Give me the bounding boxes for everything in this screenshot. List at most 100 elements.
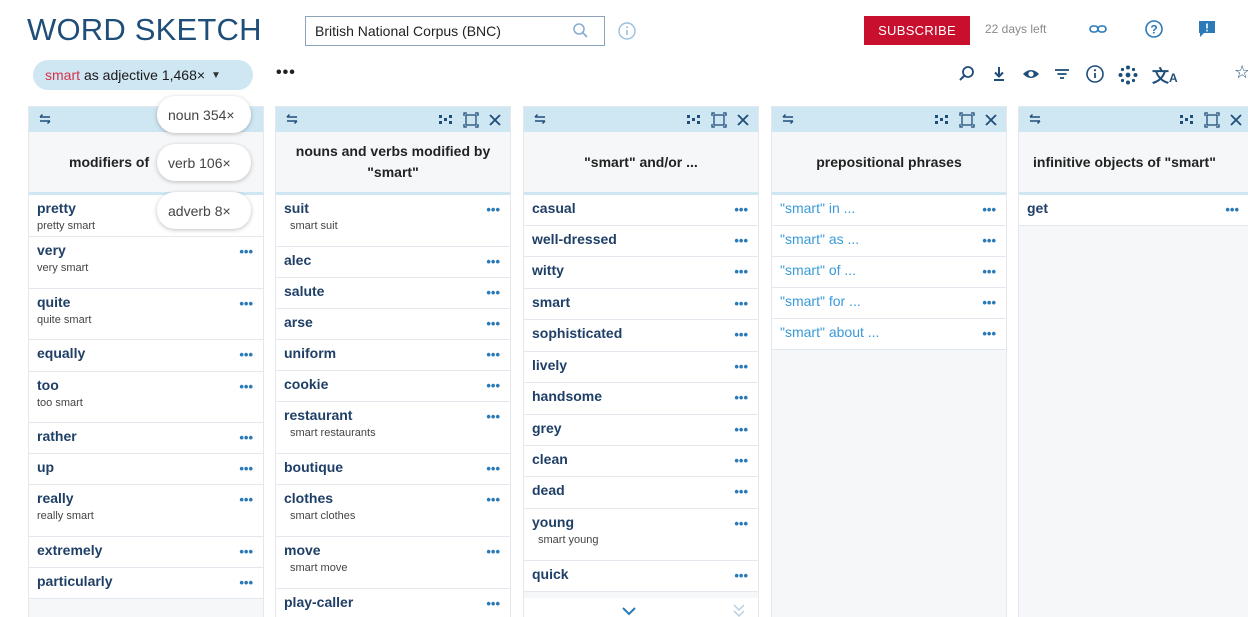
- expand-icon[interactable]: [463, 112, 479, 133]
- more-icon[interactable]: •••: [734, 516, 748, 531]
- grid-view-icon[interactable]: [686, 113, 702, 132]
- collocate-word[interactable]: handsome: [532, 388, 750, 404]
- expand-icon[interactable]: [1204, 112, 1220, 133]
- more-icon[interactable]: •••: [734, 202, 748, 217]
- eye-icon[interactable]: [1021, 64, 1041, 89]
- grid-view-icon[interactable]: [934, 113, 950, 132]
- collocate-word[interactable]: witty: [532, 262, 750, 278]
- list-item[interactable]: particularly •••: [29, 568, 263, 599]
- swap-icon[interactable]: [1027, 112, 1043, 131]
- list-item[interactable]: equally •••: [29, 340, 263, 372]
- close-icon[interactable]: [736, 113, 750, 132]
- expand-icon[interactable]: [711, 112, 727, 133]
- list-item[interactable]: really really smart •••: [29, 485, 263, 537]
- swap-icon[interactable]: [780, 112, 796, 131]
- prep-phrase-link[interactable]: "smart" of ...: [780, 262, 998, 278]
- list-item[interactable]: boutique •••: [276, 454, 510, 485]
- more-icon[interactable]: •••: [486, 316, 500, 331]
- swap-icon[interactable]: [284, 112, 300, 131]
- collocate-word[interactable]: young: [532, 514, 750, 530]
- list-item[interactable]: quick •••: [524, 561, 758, 592]
- prep-phrase-link[interactable]: "smart" about ...: [780, 324, 998, 340]
- help-icon[interactable]: ?: [1144, 19, 1164, 44]
- zoom-icon[interactable]: [957, 64, 977, 89]
- more-icon[interactable]: •••: [486, 596, 500, 611]
- list-item[interactable]: "smart" for ... •••: [772, 288, 1006, 319]
- list-item[interactable]: salute •••: [276, 278, 510, 309]
- collocate-word[interactable]: suit: [284, 200, 502, 216]
- collocate-word[interactable]: play-caller: [284, 594, 502, 610]
- collocate-word[interactable]: uniform: [284, 345, 502, 361]
- chevron-down-icon[interactable]: [620, 604, 638, 617]
- search-icon[interactable]: [572, 22, 590, 43]
- info-icon[interactable]: [617, 21, 637, 46]
- collocate-word[interactable]: sophisticated: [532, 325, 750, 341]
- more-icon[interactable]: •••: [486, 378, 500, 393]
- double-chevron-down-icon[interactable]: [732, 603, 746, 617]
- more-icon[interactable]: •••: [239, 544, 253, 559]
- more-icon[interactable]: •••: [239, 492, 253, 507]
- list-item[interactable]: uniform •••: [276, 340, 510, 371]
- list-item[interactable]: "smart" of ... •••: [772, 257, 1006, 288]
- collocate-word[interactable]: move: [284, 542, 502, 558]
- more-icon[interactable]: •••: [734, 359, 748, 374]
- more-icon[interactable]: •••: [734, 422, 748, 437]
- list-item[interactable]: "smart" in ... •••: [772, 195, 1006, 226]
- swap-icon[interactable]: [37, 112, 53, 131]
- collocate-word[interactable]: alec: [284, 252, 502, 268]
- collocate-word[interactable]: boutique: [284, 459, 502, 475]
- more-icon[interactable]: •••: [239, 430, 253, 445]
- list-item[interactable]: restaurant smart restaurants •••: [276, 402, 510, 454]
- list-item[interactable]: young smart young •••: [524, 509, 758, 561]
- filter-icon[interactable]: [1052, 64, 1072, 89]
- close-icon[interactable]: [1229, 113, 1243, 132]
- list-item[interactable]: "smart" as ... •••: [772, 226, 1006, 257]
- translate-icon[interactable]: 文A: [1152, 62, 1178, 87]
- collocate-word[interactable]: clean: [532, 451, 750, 467]
- more-icon[interactable]: •••: [734, 327, 748, 342]
- more-icon[interactable]: •••: [239, 296, 253, 311]
- more-icon[interactable]: •••: [982, 295, 996, 310]
- more-icon[interactable]: •••: [239, 347, 253, 362]
- download-icon[interactable]: [989, 64, 1009, 89]
- list-item[interactable]: lively •••: [524, 352, 758, 383]
- feedback-icon[interactable]: [1197, 19, 1217, 44]
- list-item[interactable]: play-caller •••: [276, 589, 510, 617]
- more-icon[interactable]: •••: [982, 326, 996, 341]
- pos-option-noun[interactable]: noun 354×: [157, 96, 251, 133]
- more-icon[interactable]: •••: [734, 296, 748, 311]
- more-icon[interactable]: •••: [486, 461, 500, 476]
- more-icon[interactable]: •••: [239, 379, 253, 394]
- collocate-word[interactable]: casual: [532, 200, 750, 216]
- collocate-word[interactable]: clothes: [284, 490, 502, 506]
- collocate-word[interactable]: dead: [532, 482, 750, 498]
- collocate-word[interactable]: quite: [37, 294, 255, 310]
- more-icon[interactable]: •••: [486, 254, 500, 269]
- collocate-word[interactable]: arse: [284, 314, 502, 330]
- collocate-word[interactable]: extremely: [37, 542, 255, 558]
- more-icon[interactable]: •••: [486, 347, 500, 362]
- more-icon[interactable]: •••: [486, 544, 500, 559]
- list-item[interactable]: clean •••: [524, 446, 758, 477]
- info-icon[interactable]: [1085, 64, 1105, 89]
- more-icon[interactable]: •••: [239, 461, 253, 476]
- more-icon[interactable]: •••: [486, 202, 500, 217]
- collocate-word[interactable]: equally: [37, 345, 255, 361]
- list-item[interactable]: extremely •••: [29, 537, 263, 568]
- close-icon[interactable]: [984, 113, 998, 132]
- more-icon[interactable]: •••: [734, 568, 748, 583]
- collocate-word[interactable]: salute: [284, 283, 502, 299]
- collocate-word[interactable]: grey: [532, 420, 750, 436]
- list-item[interactable]: smart •••: [524, 289, 758, 320]
- more-icon[interactable]: •••: [239, 244, 253, 259]
- pos-option-adverb[interactable]: adverb 8×: [157, 192, 251, 229]
- grid-view-icon[interactable]: [1179, 113, 1195, 132]
- list-item[interactable]: very very smart •••: [29, 237, 263, 289]
- list-item[interactable]: casual •••: [524, 195, 758, 226]
- query-pos-selector[interactable]: smart as adjective 1,468× ▼: [33, 60, 253, 90]
- collocate-word[interactable]: well-dressed: [532, 231, 750, 247]
- prep-phrase-link[interactable]: "smart" in ...: [780, 200, 998, 216]
- swap-icon[interactable]: [532, 112, 548, 131]
- collocate-word[interactable]: cookie: [284, 376, 502, 392]
- collocate-word[interactable]: really: [37, 490, 255, 506]
